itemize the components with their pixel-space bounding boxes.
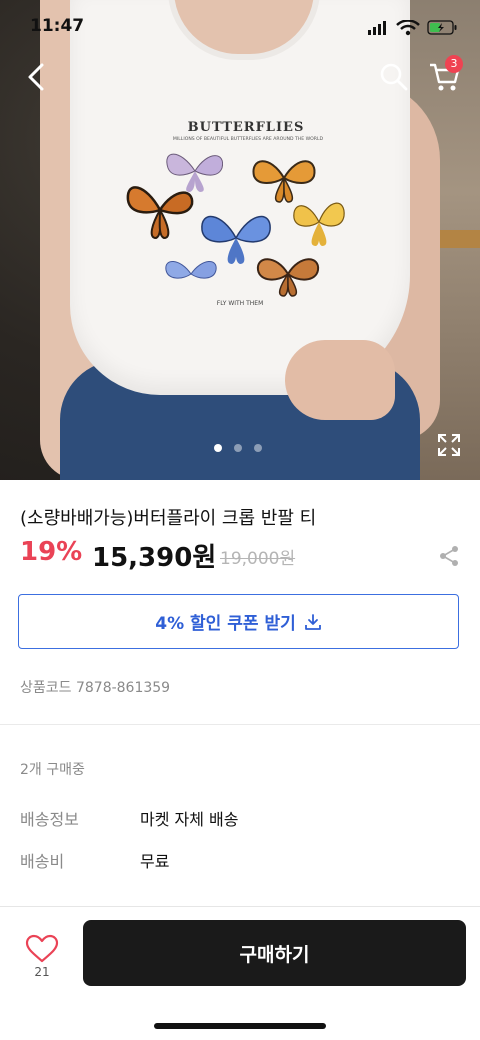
status-time: 11:47 [30, 16, 85, 36]
discount-rate: 19% [20, 537, 83, 567]
shipping-info-value: 마켓 자체 배송 [140, 810, 239, 829]
heart-icon[interactable] [24, 934, 60, 964]
signal-icon [368, 21, 386, 35]
product-code: 상품코드 7878-861359 [20, 680, 171, 696]
home-indicator [154, 1023, 326, 1029]
coupon-label: 4% 할인 쿠폰 받기 [155, 614, 296, 634]
butterfly-monarch [126, 186, 194, 240]
buyers-count: 2개 구매중 [20, 762, 85, 778]
sale-price: 15,390원 [92, 543, 217, 573]
image-hand [285, 340, 395, 420]
coupon-download-button[interactable]: 4% 할인 쿠폰 받기 [18, 594, 459, 649]
price-row: 19% 15,390원 19,000원 [20, 537, 460, 577]
cart-count-badge: 3 [445, 55, 463, 73]
product-title: (소량바배가능)버터플라이 크롭 반팔 티 [20, 508, 317, 529]
back-arrow-icon[interactable] [22, 59, 52, 95]
shirt-print-title: BUTTERFLIES [187, 120, 305, 135]
expand-icon[interactable] [436, 432, 462, 458]
image-pagination [214, 444, 266, 452]
pagination-dot-1[interactable] [214, 444, 222, 452]
butterfly-brown [256, 258, 320, 297]
battery-icon [427, 20, 457, 35]
section-divider [0, 724, 480, 725]
buy-button[interactable]: 구매하기 [83, 920, 466, 986]
shirt-print-bottom: FLY WITH THEM [216, 300, 264, 307]
download-icon [304, 613, 321, 630]
shipping-fee-value: 무료 [140, 852, 170, 871]
butterfly-lightblue [165, 261, 217, 279]
top-navigation [0, 55, 480, 99]
share-icon[interactable] [438, 545, 460, 567]
pagination-dot-3[interactable] [254, 444, 262, 452]
original-price: 19,000원 [220, 549, 296, 569]
butterfly-yellow [293, 202, 345, 246]
status-bar: 11:47 [0, 0, 480, 50]
shirt-print-subtitle: MILLIONS OF BEAUTIFUL BUTTERFLIES ARE AR… [172, 137, 324, 142]
shipping-info-label: 배송정보 [20, 810, 79, 829]
wifi-icon [396, 20, 420, 36]
pagination-dot-2[interactable] [234, 444, 242, 452]
like-count: 21 [34, 965, 50, 979]
shipping-fee-label: 배송비 [20, 852, 65, 871]
status-icons [368, 20, 457, 36]
search-icon[interactable] [378, 61, 410, 93]
